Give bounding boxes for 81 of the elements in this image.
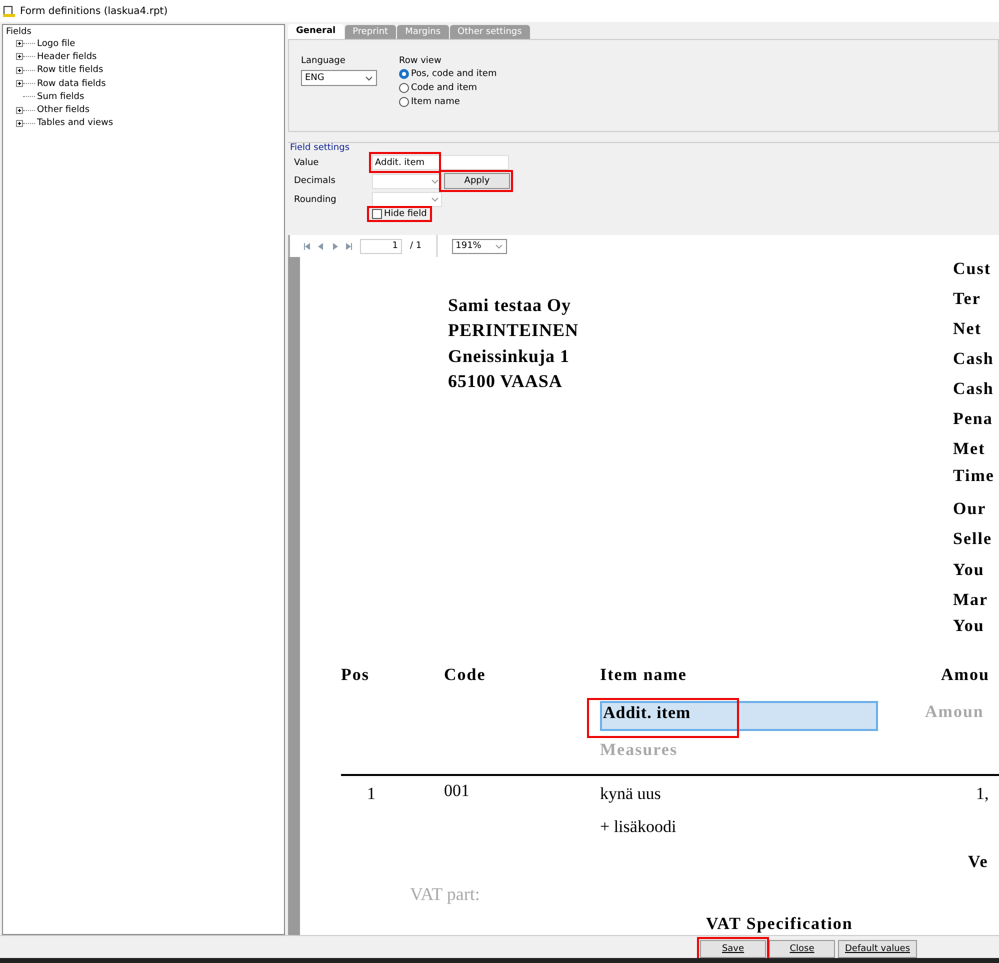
- report-text: Time: [953, 466, 994, 486]
- report-text: VAT Specification: [706, 914, 853, 934]
- report-text: Code: [444, 665, 486, 685]
- chevron-down-icon: [365, 76, 373, 80]
- report-text: Cust: [953, 259, 992, 279]
- rounding-dropdown[interactable]: [372, 192, 442, 207]
- report-text: VAT part:: [410, 884, 480, 905]
- rounding-label: Rounding: [294, 194, 338, 204]
- report-text: 001: [444, 781, 470, 801]
- next-page-icon[interactable]: [332, 242, 338, 250]
- report-text: PERINTEINEN: [448, 320, 579, 341]
- report-text: Item name: [600, 665, 687, 685]
- plus-icon[interactable]: [16, 66, 23, 74]
- radio-button[interactable]: [399, 97, 409, 107]
- report-text: You: [953, 616, 984, 636]
- plus-icon[interactable]: [16, 80, 23, 88]
- tree-item[interactable]: Logo file: [37, 38, 76, 49]
- report-text: Met: [953, 439, 986, 459]
- report-text: Net: [953, 319, 982, 339]
- tree-item[interactable]: Header fields: [37, 52, 97, 62]
- plus-icon[interactable]: [16, 40, 23, 48]
- report-text: Mar: [953, 590, 988, 610]
- chevron-down-icon: [431, 197, 439, 202]
- radio-label[interactable]: Pos, code and item: [411, 69, 497, 79]
- tree-item[interactable]: Sum fields: [37, 92, 84, 102]
- report-text: Gneissinkuja 1: [448, 346, 570, 367]
- report-text: You: [953, 560, 984, 580]
- first-page-icon[interactable]: [304, 242, 310, 250]
- window-title: Form definitions (laskua4.rpt): [20, 6, 168, 16]
- radio-button[interactable]: [399, 83, 409, 93]
- report-text: + lisäkoodi: [600, 817, 676, 837]
- report-text: Pos: [341, 665, 370, 685]
- page-field[interactable]: 1: [360, 238, 402, 254]
- page-total: / 1: [410, 241, 422, 251]
- decimals-dropdown[interactable]: [372, 174, 442, 188]
- report-text: Ter: [953, 289, 981, 309]
- value-field[interactable]: Addit. item: [372, 155, 509, 170]
- chevron-down-icon: [494, 244, 503, 248]
- zoom-dropdown[interactable]: 191%: [452, 238, 507, 254]
- report-text: Ve: [968, 852, 988, 872]
- hide-field-checkbox[interactable]: Hide field: [370, 209, 429, 219]
- report-text: Cash: [953, 349, 994, 369]
- report-text: Pena: [953, 409, 993, 429]
- report-text: Sami testaa Oy: [448, 295, 571, 316]
- tree-item[interactable]: Tables and views: [37, 118, 114, 128]
- report-text: 1,: [976, 784, 989, 804]
- dialog-button[interactable]: Close: [769, 940, 835, 958]
- decimals-label: Decimals: [294, 176, 336, 186]
- report-text: Amou: [941, 665, 990, 685]
- report-text: 1: [367, 784, 376, 804]
- language-dropdown[interactable]: ENG: [301, 70, 377, 86]
- tree-item[interactable]: Other fields: [37, 105, 90, 116]
- last-page-icon[interactable]: [346, 242, 352, 250]
- radio-label[interactable]: Item name: [411, 97, 460, 107]
- tree-item[interactable]: Row title fields: [37, 65, 104, 76]
- group-title: Field settings: [290, 143, 351, 153]
- report-text: Cash: [953, 379, 994, 399]
- report-text: Selle: [953, 529, 992, 549]
- radio-button[interactable]: [399, 69, 409, 79]
- value-label: Value: [294, 158, 320, 168]
- form-icon: [3, 6, 15, 16]
- previous-page-icon[interactable]: [318, 242, 324, 250]
- chevron-down-icon: [431, 178, 439, 184]
- tree-root[interactable]: Fields: [6, 27, 281, 37]
- report-text: Measures: [600, 740, 678, 760]
- tree-item[interactable]: Row data fields: [37, 78, 106, 89]
- language-label: Language: [301, 56, 346, 66]
- apply-button[interactable]: Apply: [444, 173, 510, 189]
- plus-icon[interactable]: [16, 106, 23, 114]
- report-text: Amoun: [925, 702, 984, 722]
- dialog-button[interactable]: Save: [700, 940, 766, 958]
- radio-label[interactable]: Code and item: [411, 83, 478, 93]
- row-view-label: Row view: [399, 56, 442, 66]
- dialog-button[interactable]: Default values: [838, 940, 918, 958]
- plus-icon[interactable]: [16, 53, 23, 60]
- plus-icon[interactable]: [16, 120, 23, 127]
- report-text: 65100 VAASA: [448, 371, 562, 392]
- tab[interactable]: General: [288, 24, 344, 39]
- report-text: Our: [953, 499, 986, 519]
- selected-field[interactable]: Addit. item: [600, 701, 878, 731]
- report-text: kynä uus: [600, 784, 661, 804]
